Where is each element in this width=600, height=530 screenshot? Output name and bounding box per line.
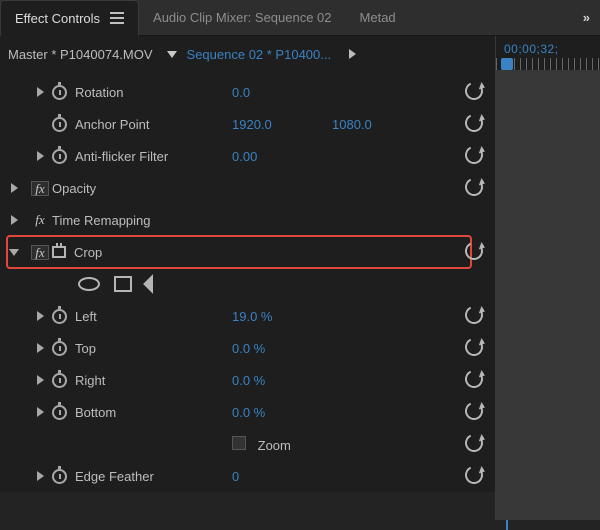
tab-audio-clip-mixer[interactable]: Audio Clip Mixer: Sequence 02 xyxy=(139,0,346,35)
reset-icon[interactable] xyxy=(462,79,485,102)
expand-icon[interactable] xyxy=(37,375,44,385)
mask-tools-row xyxy=(0,268,495,300)
effect-label: Time Remapping xyxy=(52,213,151,228)
chevron-double-right-icon: » xyxy=(583,10,590,25)
stopwatch-icon[interactable] xyxy=(52,341,67,356)
stopwatch-icon[interactable] xyxy=(52,469,67,484)
property-label: Anti-flicker Filter xyxy=(75,149,168,164)
fx-badge-icon[interactable]: fx xyxy=(31,245,49,260)
expand-icon[interactable] xyxy=(37,471,44,481)
property-value[interactable]: 0.0 % xyxy=(232,405,332,420)
property-label: Top xyxy=(75,341,96,356)
timeline-track-area[interactable] xyxy=(496,70,600,520)
property-value[interactable]: 0.0 xyxy=(232,85,332,100)
tab-label: Effect Controls xyxy=(15,11,100,26)
reset-icon[interactable] xyxy=(462,463,485,486)
panel-tabs: Effect Controls Audio Clip Mixer: Sequen… xyxy=(0,0,600,36)
effect-row-time-remapping: fx Time Remapping xyxy=(0,204,495,236)
mini-timeline[interactable]: 00;00;32; xyxy=(495,36,600,520)
property-label: Bottom xyxy=(75,405,116,420)
caret-down-icon[interactable] xyxy=(167,51,177,58)
property-value[interactable]: 0 xyxy=(232,469,332,484)
sequence-clip-name[interactable]: Sequence 02 * P10400... xyxy=(187,47,332,62)
reset-icon[interactable] xyxy=(462,239,485,262)
panel-menu-icon[interactable] xyxy=(110,12,124,24)
property-row-crop-edge-feather: Edge Feather 0 xyxy=(0,460,495,492)
reset-icon[interactable] xyxy=(462,175,485,198)
timecode-display[interactable]: 00;00;32; xyxy=(504,42,559,56)
property-row-anchor-point: Anchor Point 1920.0 1080.0 xyxy=(0,108,495,140)
ellipse-mask-icon[interactable] xyxy=(78,277,100,291)
effect-row-crop[interactable]: fx Crop xyxy=(0,236,495,268)
property-row-crop-bottom: Bottom 0.0 % xyxy=(0,396,495,428)
tab-label: Metad xyxy=(360,10,396,25)
play-icon[interactable] xyxy=(349,49,356,59)
stopwatch-icon[interactable] xyxy=(52,85,67,100)
property-label: Left xyxy=(75,309,97,324)
expand-icon[interactable] xyxy=(37,87,44,97)
effect-properties-list: Rotation 0.0 Anchor Point 1920.0 1080.0 … xyxy=(0,72,495,492)
stopwatch-icon[interactable] xyxy=(52,117,67,132)
property-value[interactable]: 0.00 xyxy=(232,149,332,164)
reset-icon[interactable] xyxy=(462,335,485,358)
tab-overflow-button[interactable]: » xyxy=(573,0,600,35)
anchor-x-value[interactable]: 1920.0 xyxy=(232,117,332,132)
expand-icon[interactable] xyxy=(37,407,44,417)
tab-metadata[interactable]: Metad xyxy=(346,0,410,35)
expand-icon[interactable] xyxy=(37,151,44,161)
reset-icon[interactable] xyxy=(462,431,485,454)
zoom-checkbox[interactable] xyxy=(232,436,246,450)
reset-icon[interactable] xyxy=(462,111,485,134)
pen-mask-icon[interactable] xyxy=(143,274,163,294)
property-row-crop-zoom: Zoom xyxy=(0,428,495,460)
effect-label: Opacity xyxy=(52,181,96,196)
fx-badge-icon[interactable]: fx xyxy=(35,212,44,228)
property-label: Anchor Point xyxy=(75,117,149,132)
collapse-icon[interactable] xyxy=(9,249,19,256)
property-label: Rotation xyxy=(75,85,123,100)
property-row-rotation: Rotation 0.0 xyxy=(0,76,495,108)
reset-icon[interactable] xyxy=(462,303,485,326)
expand-icon[interactable] xyxy=(11,215,18,225)
reset-icon[interactable] xyxy=(462,399,485,422)
tab-effect-controls[interactable]: Effect Controls xyxy=(0,0,139,36)
stopwatch-icon[interactable] xyxy=(52,373,67,388)
property-label: Edge Feather xyxy=(75,469,154,484)
effect-bypass-icon[interactable] xyxy=(52,246,66,258)
property-row-crop-right: Right 0.0 % xyxy=(0,364,495,396)
tab-label: Audio Clip Mixer: Sequence 02 xyxy=(153,10,332,25)
property-value[interactable]: 0.0 % xyxy=(232,341,332,356)
expand-icon[interactable] xyxy=(11,183,18,193)
stopwatch-icon[interactable] xyxy=(52,149,67,164)
property-row-crop-top: Top 0.0 % xyxy=(0,332,495,364)
property-label: Right xyxy=(75,373,105,388)
reset-icon[interactable] xyxy=(462,143,485,166)
property-row-crop-left: Left 19.0 % xyxy=(0,300,495,332)
property-row-antiflicker: Anti-flicker Filter 0.00 xyxy=(0,140,495,172)
property-value[interactable]: 19.0 % xyxy=(232,309,332,324)
effect-row-opacity: fx Opacity xyxy=(0,172,495,204)
anchor-y-value[interactable]: 1080.0 xyxy=(332,117,412,132)
reset-icon[interactable] xyxy=(462,367,485,390)
stopwatch-icon[interactable] xyxy=(52,309,67,324)
rectangle-mask-icon[interactable] xyxy=(114,276,132,292)
effect-label: Crop xyxy=(74,245,102,260)
expand-icon[interactable] xyxy=(37,343,44,353)
property-value[interactable]: 0.0 % xyxy=(232,373,332,388)
property-label: Zoom xyxy=(258,438,291,453)
master-clip-name[interactable]: Master * P1040074.MOV xyxy=(8,47,153,62)
stopwatch-icon[interactable] xyxy=(52,405,67,420)
playhead-icon[interactable] xyxy=(501,58,513,70)
fx-badge-icon[interactable]: fx xyxy=(31,181,49,196)
expand-icon[interactable] xyxy=(37,311,44,321)
